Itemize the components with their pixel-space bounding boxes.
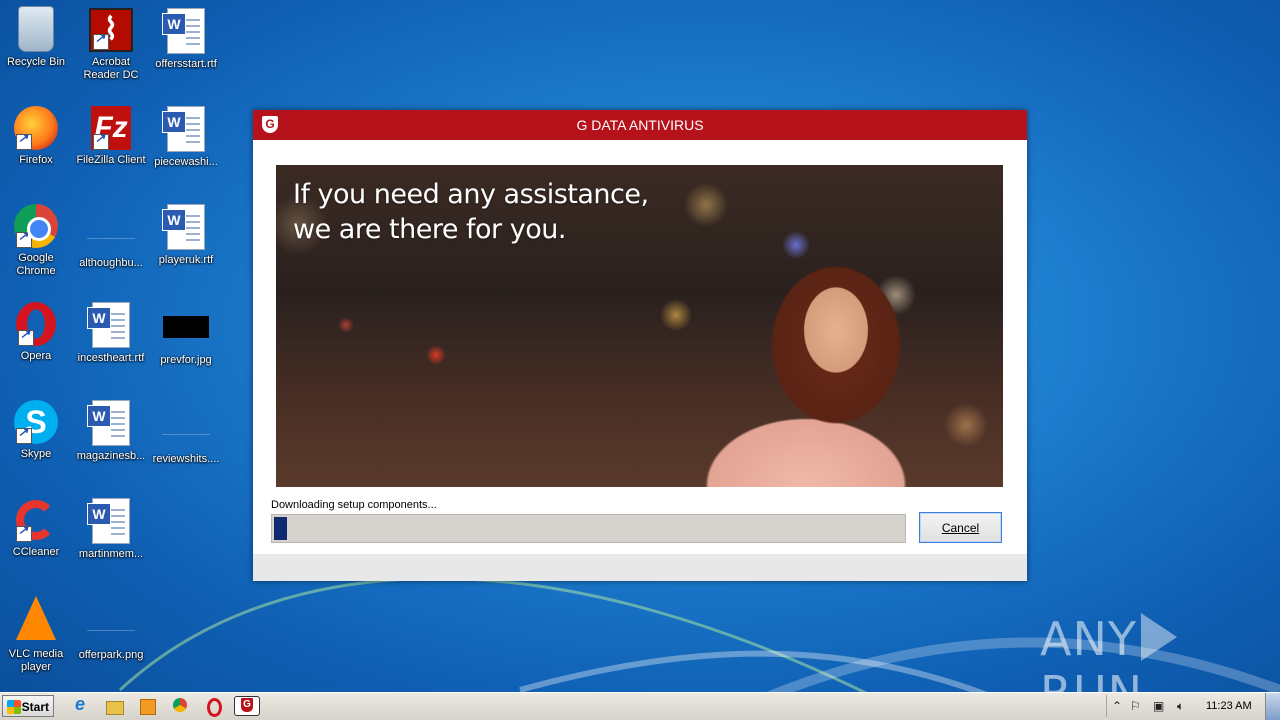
watermark-left: ANY [1040, 612, 1137, 666]
speaker-icon[interactable]: 🔈︎ [1177, 699, 1184, 714]
blank-file-icon [87, 218, 135, 239]
show-desktop-button[interactable] [1265, 693, 1280, 720]
firefox-icon [14, 106, 58, 150]
desktop-icon-chrome[interactable]: Google Chrome [0, 204, 74, 278]
gdata-icon[interactable] [234, 696, 260, 716]
desktop-icon-label: playeruk.rtf [158, 254, 214, 266]
clock[interactable]: 11:23 AM [1206, 693, 1252, 720]
desktop-icon-incestheart[interactable]: W incestheart.rtf [73, 302, 149, 365]
desktop-icon-ccleaner[interactable]: CCleaner [0, 498, 74, 559]
acrobat-icon: ⌇ [89, 8, 133, 52]
network-icon[interactable]: ▣ [1153, 699, 1164, 713]
flag-icon[interactable]: ⚐ [1130, 699, 1141, 713]
ccleaner-icon [14, 498, 58, 542]
start-label: Start [21, 700, 49, 714]
cancel-button[interactable]: Cancel [919, 512, 1002, 543]
desktop-icon-label: prevfor.jpg [160, 354, 212, 366]
desktop-icon-skype[interactable]: S Skype [0, 400, 74, 461]
word-document-icon: W [162, 106, 205, 152]
blank-file-icon [87, 610, 135, 631]
title-bar[interactable]: G G DATA ANTIVIRUS [253, 110, 1027, 140]
desktop-icon-martinmem[interactable]: W martinmem... [73, 498, 149, 561]
opera-icon[interactable] [202, 696, 224, 717]
window-title: G DATA ANTIVIRUS [576, 117, 704, 133]
desktop-icon-filezilla[interactable]: Fz FileZilla Client [73, 106, 149, 167]
gdata-installer-window: G G DATA ANTIVIRUS If you need any assis… [253, 110, 1027, 581]
tray-separator [1106, 695, 1107, 717]
promo-banner: If you need any assistance, we are there… [276, 165, 1003, 487]
desktop-icon-label: Skype [20, 448, 52, 460]
desktop-icon-prevfor[interactable]: prevfor.jpg [148, 302, 224, 367]
start-button[interactable]: Start [2, 695, 54, 717]
media-player-icon[interactable] [136, 696, 158, 716]
skype-icon: S [14, 400, 58, 444]
desktop-icon-label: incestheart.rtf [77, 352, 145, 364]
desktop-icon-label: offerpark.png [78, 649, 144, 661]
word-document-icon: W [162, 8, 205, 54]
banner-photo [656, 235, 956, 487]
desktop-icon-piecewashi[interactable]: W piecewashi... [148, 106, 224, 169]
desktop-icon-vlc[interactable]: VLC media player [0, 596, 74, 674]
desktop-icon-offersstart[interactable]: W offersstart.rtf [148, 8, 224, 71]
desktop-icon-label: althoughbu... [79, 257, 143, 269]
desktop-icon-label: piecewashi... [154, 156, 218, 168]
desktop-icon-label: Acrobat Reader DC [83, 56, 139, 81]
internet-explorer-icon[interactable] [70, 694, 92, 716]
progress-bar [271, 514, 906, 543]
desktop-icon-label: FileZilla Client [76, 154, 146, 166]
windows-logo-icon [7, 700, 21, 714]
desktop-icon-playeruk[interactable]: W playeruk.rtf [148, 204, 224, 267]
desktop-icon-magazinesb[interactable]: W magazinesb... [73, 400, 149, 463]
desktop-icon-label: reviewshits.... [152, 453, 220, 465]
chrome-icon [14, 204, 58, 248]
desktop-icon-label: CCleaner [12, 546, 60, 558]
blank-file-icon [162, 414, 210, 435]
desktop-icon-label: Recycle Bin [6, 56, 66, 68]
vlc-icon [16, 596, 56, 640]
desktop-icon-offerpark[interactable]: offerpark.png [73, 596, 149, 662]
word-document-icon: W [87, 302, 130, 348]
desktop-icon-label: Firefox [19, 154, 53, 166]
desktop-icon-acrobat[interactable]: ⌇ Acrobat Reader DC [73, 8, 149, 82]
play-icon [1140, 613, 1177, 661]
show-hidden-icons-icon[interactable]: ⌃ [1112, 699, 1122, 713]
progress-fill [274, 517, 287, 540]
banner-line-2: we are there for you. [293, 214, 566, 245]
desktop-icon-firefox[interactable]: Firefox [0, 106, 74, 167]
banner-line-1: If you need any assistance, [293, 179, 649, 210]
opera-icon [16, 302, 56, 346]
desktop-icon-reviewshits[interactable]: reviewshits.... [148, 400, 224, 466]
desktop-icon-label: Google Chrome [16, 252, 56, 277]
word-document-icon: W [87, 400, 130, 446]
desktop-icon-recycle-bin[interactable]: Recycle Bin [0, 6, 74, 69]
chrome-icon[interactable] [169, 696, 191, 716]
dialog-footer [253, 554, 1027, 581]
status-text: Downloading setup components... [271, 499, 437, 511]
filezilla-icon: Fz [91, 106, 131, 150]
desktop-icon-label: magazinesb... [76, 450, 146, 462]
desktop-icon-label: VLC media player [8, 648, 64, 673]
word-document-icon: W [87, 498, 130, 544]
desktop-icon-label: offersstart.rtf [155, 58, 217, 70]
image-thumbnail-icon [163, 316, 209, 338]
word-document-icon: W [162, 204, 205, 250]
taskbar: Start ⌃ ⚐ ▣ 🔈︎ 11:23 AM [0, 692, 1280, 720]
desktop-icon-opera[interactable]: Opera [0, 302, 74, 363]
desktop-icon-althoughbu[interactable]: althoughbu... [73, 204, 149, 270]
folder-icon[interactable] [103, 696, 125, 716]
banner-headline: If you need any assistance, we are there… [293, 177, 649, 247]
recycle-bin-icon [18, 6, 54, 52]
desktop-icon-label: Opera [20, 350, 52, 362]
desktop-icon-label: martinmem... [78, 548, 144, 560]
